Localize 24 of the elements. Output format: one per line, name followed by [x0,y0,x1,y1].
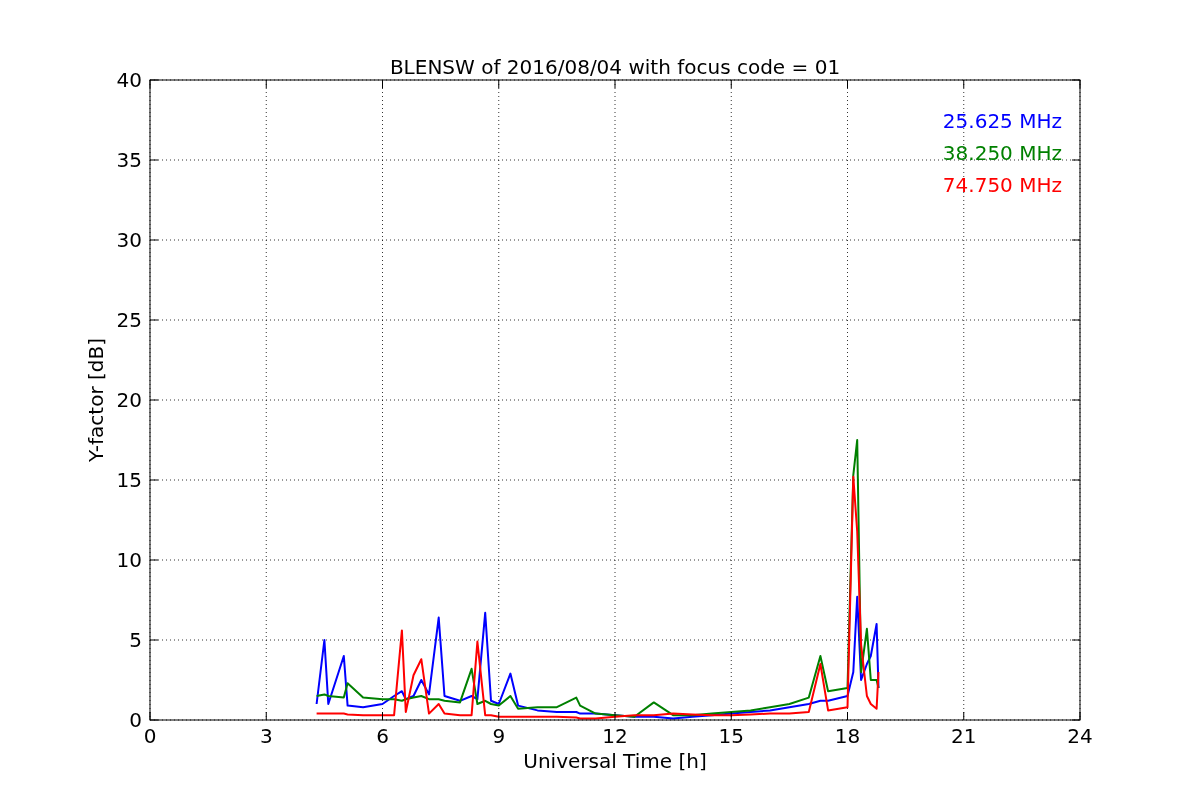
tick-label: 12 [602,724,628,748]
tick-label: 24 [1067,724,1093,748]
tick-label: 10 [116,548,142,572]
chart-title: BLENSW of 2016/08/04 with focus code = 01 [389,55,841,79]
tick-label: 15 [718,724,744,748]
tick-label: 6 [376,724,389,748]
tick-label: 15 [116,468,142,492]
tick-label: 3 [259,724,273,748]
tick-label: 5 [129,628,142,652]
legend-entry: 74.750 MHz [942,173,1062,197]
tick-label: 0 [143,724,157,748]
tick-label: 40 [116,68,142,92]
tick-label: 30 [116,228,142,252]
tick-label: 35 [116,148,142,172]
legend-entry: 38.250 MHz [942,141,1062,165]
tick-label: 18 [834,724,861,748]
y-axis-label: Y-factor [dB] [84,338,108,462]
tick-label: 9 [492,724,506,748]
tick-label: 0 [129,708,142,732]
legend-entry: 25.625 MHz [942,109,1062,133]
x-axis-label: Universal Time [h] [523,749,707,773]
tick-label: 20 [116,388,142,412]
tick-label: 25 [116,308,142,332]
tick-label: 21 [951,724,977,748]
